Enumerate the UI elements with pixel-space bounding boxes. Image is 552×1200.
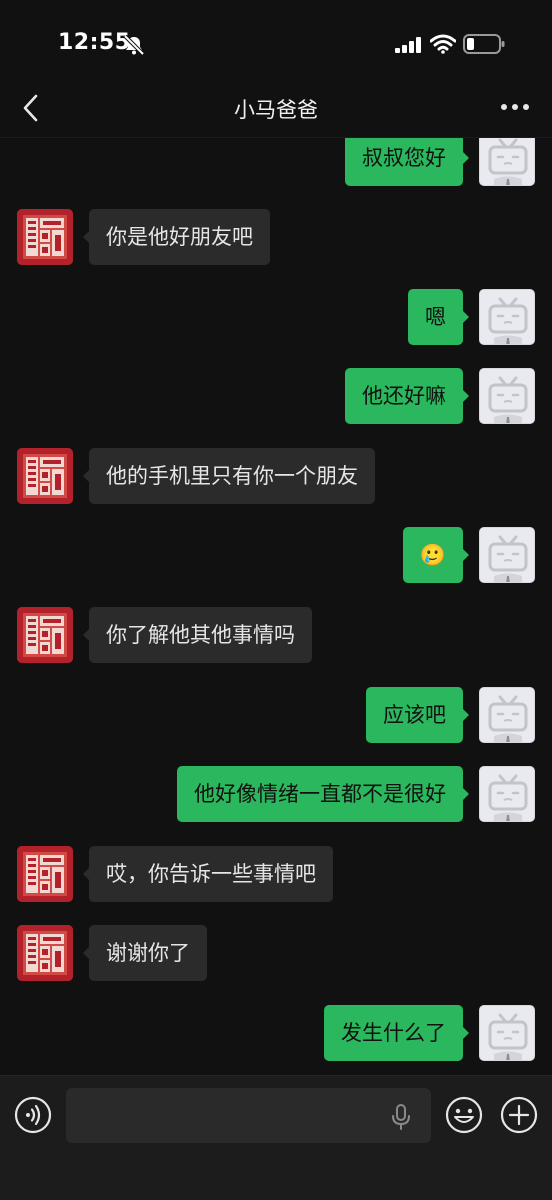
tv-face-icon: [488, 138, 528, 185]
contact-avatar[interactable]: [17, 925, 73, 981]
message-row: 谢谢你了: [0, 925, 552, 985]
message-bubble[interactable]: 应该吧: [366, 687, 469, 743]
message-row: 他还好嘛: [0, 368, 552, 428]
message-row: 发生什么了: [0, 1005, 552, 1065]
message-row: 他的手机里只有你一个朋友: [0, 448, 552, 508]
message-bubble[interactable]: 嗯: [408, 289, 469, 345]
voice-icon[interactable]: [14, 1096, 52, 1134]
tv-face-icon: [488, 535, 528, 582]
contact-avatar[interactable]: [17, 209, 73, 265]
message-bubble[interactable]: 他好像情绪一直都不是很好: [177, 766, 469, 822]
tv-face-icon: [488, 376, 528, 423]
message-row: 哎，你告诉一些事情吧: [0, 846, 552, 906]
chat-title: 小马爸爸: [234, 98, 318, 122]
my-avatar[interactable]: [479, 766, 535, 822]
message-bubble[interactable]: 发生什么了: [324, 1005, 469, 1061]
input-bar: [0, 1075, 552, 1200]
tv-face-icon: [488, 297, 528, 344]
battery-icon: [463, 34, 505, 54]
emoji-icon[interactable]: [445, 1096, 483, 1134]
message-bubble[interactable]: 谢谢你了: [83, 925, 207, 981]
chat-screen: 12:55 小马爸爸 叔叔您好 你是他好朋友吧 嗯 他还好嘛 他的手机里只有你一…: [0, 0, 552, 1200]
message-bubble[interactable]: 哎，你告诉一些事情吧: [83, 846, 333, 902]
status-time: 12:55: [58, 30, 131, 55]
my-avatar[interactable]: [479, 289, 535, 345]
message-bubble[interactable]: 他还好嘛: [345, 368, 469, 424]
message-row: 嗯: [0, 289, 552, 349]
message-bubble[interactable]: 叔叔您好: [345, 138, 469, 186]
my-avatar[interactable]: [479, 527, 535, 583]
status-bar: 12:55: [0, 0, 552, 80]
red-grid-logo-icon: [17, 209, 73, 265]
my-avatar[interactable]: [479, 368, 535, 424]
signal-icon: [395, 37, 421, 53]
message-row: 🥲: [0, 527, 552, 587]
red-grid-logo-icon: [17, 448, 73, 504]
message-row: 叔叔您好: [0, 138, 552, 190]
message-row: 他好像情绪一直都不是很好: [0, 766, 552, 826]
red-grid-logo-icon: [17, 846, 73, 902]
message-input[interactable]: [66, 1088, 431, 1143]
message-bubble[interactable]: 🥲: [402, 527, 470, 583]
red-grid-logo-icon: [17, 925, 73, 981]
message-bubble[interactable]: 你了解他其他事情吗: [83, 607, 312, 663]
message-bubble[interactable]: 他的手机里只有你一个朋友: [83, 448, 375, 504]
plus-icon[interactable]: [500, 1096, 538, 1134]
message-row: 你是他好朋友吧: [0, 209, 552, 269]
message-list[interactable]: 叔叔您好 你是他好朋友吧 嗯 他还好嘛 他的手机里只有你一个朋友 🥲 你了解他其…: [0, 138, 552, 1075]
tv-face-icon: [488, 774, 528, 821]
nav-bar: 小马爸爸: [0, 80, 552, 138]
tv-face-icon: [488, 695, 528, 742]
my-avatar[interactable]: [479, 138, 535, 186]
contact-avatar[interactable]: [17, 607, 73, 663]
bell-muted-icon: [123, 35, 145, 55]
wifi-icon: [430, 34, 456, 54]
mic-icon[interactable]: [390, 1103, 412, 1131]
my-avatar[interactable]: [479, 1005, 535, 1061]
message-bubble[interactable]: 你是他好朋友吧: [83, 209, 270, 265]
more-dots-icon[interactable]: [498, 92, 532, 122]
message-row: 应该吧: [0, 687, 552, 747]
contact-avatar[interactable]: [17, 448, 73, 504]
message-row: 你了解他其他事情吗: [0, 607, 552, 667]
my-avatar[interactable]: [479, 687, 535, 743]
red-grid-logo-icon: [17, 607, 73, 663]
tv-face-icon: [488, 1013, 528, 1060]
contact-avatar[interactable]: [17, 846, 73, 902]
